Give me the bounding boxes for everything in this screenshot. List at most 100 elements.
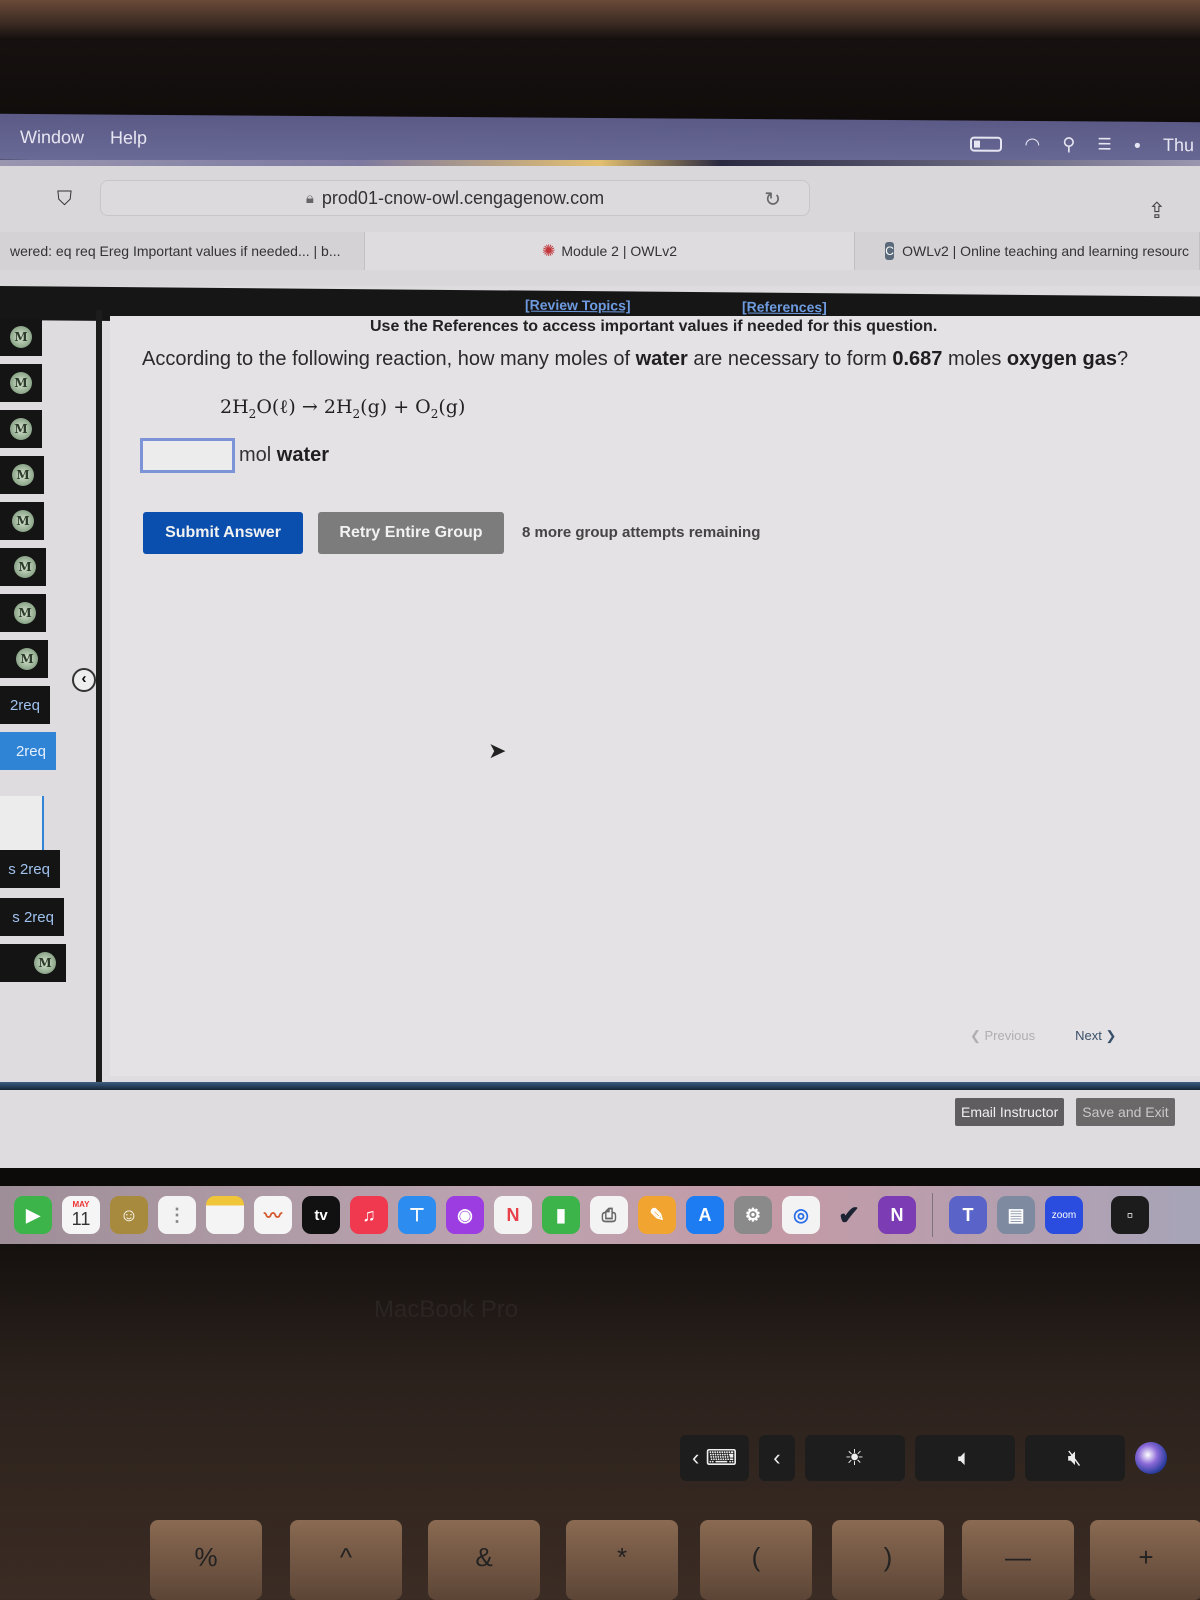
moles-answer-input[interactable] (140, 438, 235, 473)
address-bar[interactable]: 🔒︎ prod01-cnow-owl.cengagenow.com ↻ (100, 180, 810, 216)
share-icon[interactable]: ⇪ (1148, 198, 1166, 224)
save-and-exit-button[interactable]: Save and Exit (1076, 1098, 1175, 1126)
key-caret[interactable]: ^ (290, 1520, 402, 1600)
sidebar-item-6[interactable]: M (0, 548, 46, 586)
review-topics-link[interactable]: [Review Topics] (525, 297, 631, 314)
chrome-icon[interactable]: ◎ (782, 1196, 820, 1234)
sidebar-item-11[interactable]: s 2req (0, 850, 60, 888)
owl-page: [Review Topics] [References] M M M M M M… (0, 286, 1200, 1168)
downloads-stack-icon[interactable]: ▫ (1111, 1196, 1149, 1234)
key-percent[interactable]: % (150, 1520, 262, 1600)
sidebar-item-13[interactable]: M (0, 944, 66, 982)
system-settings-icon[interactable]: ⚙ (734, 1196, 772, 1234)
key-ampersand[interactable]: & (428, 1520, 540, 1600)
menu-window[interactable]: Window (20, 126, 84, 147)
references-link[interactable]: [References] (742, 298, 827, 315)
privacy-shield-icon[interactable]: ⛉ (57, 188, 72, 211)
app-store-icon[interactable]: A (686, 1196, 724, 1234)
battery-icon[interactable] (970, 136, 1003, 152)
laptop-bezel (0, 0, 1200, 40)
key-asterisk[interactable]: * (566, 1520, 678, 1600)
zoom-icon[interactable]: zoom (1045, 1196, 1083, 1234)
sidebar-divider (96, 310, 102, 1090)
chevron-left-icon[interactable]: ‹ (759, 1435, 795, 1481)
teams-icon[interactable]: T (949, 1196, 987, 1234)
question-navigation: ❮ Previous Next ❯ (970, 1028, 1116, 1044)
podcasts-icon[interactable]: ◉ (446, 1196, 484, 1234)
mastery-badge-icon: M (14, 556, 36, 578)
numbers-icon[interactable]: ▮ (542, 1196, 580, 1234)
previous-button[interactable]: ❮ Previous (970, 1028, 1035, 1044)
collapse-sidebar-button[interactable]: ‹ (72, 668, 96, 692)
retry-entire-group-button[interactable]: Retry Entire Group (318, 512, 504, 554)
volume-icon[interactable]: 🔈︎ (914, 1435, 1015, 1481)
onenote-icon[interactable]: N (878, 1196, 916, 1234)
next-button[interactable]: Next ❯ (1075, 1028, 1116, 1044)
printer-icon[interactable]: ⎙ (590, 1196, 628, 1234)
dock-separator (932, 1193, 933, 1237)
url-text: prod01-cnow-owl.cengagenow.com (321, 187, 605, 208)
lock-icon: 🔒︎ (305, 189, 314, 207)
music-icon[interactable]: ♫ (350, 1196, 388, 1234)
brightness-icon[interactable]: ☀ (804, 1435, 905, 1481)
sidebar-item-label: s 2req (8, 860, 50, 878)
mastery-badge-icon: M (10, 418, 32, 440)
question-sidebar: M M M M M M M M 2req 2req s 2req s 2req … (0, 318, 72, 1018)
sidebar-item-2[interactable]: M (0, 364, 42, 402)
sidebar-item-label: 2req (15, 742, 46, 760)
mastery-badge-icon: M (10, 326, 32, 348)
control-center-icon[interactable]: ☰ (1097, 134, 1111, 154)
facetime-icon[interactable]: ▶ (14, 1196, 52, 1234)
key-close-paren[interactable]: ) (832, 1520, 944, 1600)
keyboard: % ^ & * ( ) — + (0, 1506, 1200, 1600)
news-icon[interactable]: N (494, 1196, 532, 1234)
calendar-icon[interactable]: MAY 11 (62, 1196, 100, 1234)
spotlight-search-icon[interactable]: ⚲ (1062, 134, 1075, 155)
sidebar-item-10-selected[interactable]: 2req (0, 732, 56, 770)
footer-divider (0, 1082, 1200, 1090)
email-instructor-button[interactable]: Email Instructor (955, 1098, 1065, 1126)
notes-icon[interactable] (206, 1196, 244, 1234)
macbook-pro-label: MacBook Pro (374, 1296, 519, 1323)
sidebar-item-1[interactable]: M (0, 318, 42, 356)
keynote-icon[interactable]: ⊤ (398, 1196, 436, 1234)
sidebar-item-label: 2req (9, 696, 40, 714)
tab-bartleby[interactable]: wered: eq req Ereg Important values if n… (0, 232, 365, 270)
mastery-badge-icon: M (12, 464, 34, 486)
siri-icon[interactable]: ● (1134, 138, 1141, 152)
sidebar-item-4[interactable]: M (0, 456, 44, 494)
sidebar-item-label: s 2req (12, 908, 54, 926)
question-text: According to the following reaction, how… (142, 348, 1129, 370)
clock[interactable]: Thu (1163, 134, 1194, 155)
sidebar-item-12[interactable]: s 2req (0, 898, 64, 936)
key-underscore[interactable]: — (962, 1520, 1074, 1600)
mastery-badge-icon: M (10, 372, 32, 394)
menu-help[interactable]: Help (110, 127, 147, 148)
tab-owlv2[interactable]: C OWLv2 | Online teaching and learning r… (855, 232, 1200, 270)
wifi-icon[interactable]: ◠ (1024, 133, 1040, 154)
tab-label: Module 2 | OWLv2 (561, 243, 678, 259)
sidebar-item-9[interactable]: 2req (0, 686, 50, 724)
key-plus[interactable]: + (1090, 1520, 1200, 1600)
sidebar-item-5[interactable]: M (0, 502, 44, 540)
apple-tv-icon[interactable]: tv (302, 1196, 340, 1234)
siri-icon[interactable] (1134, 1442, 1167, 1474)
sidebar-item-3[interactable]: M (0, 410, 42, 448)
preview-icon[interactable]: ▤ (997, 1196, 1035, 1234)
reload-icon[interactable]: ↻ (764, 187, 781, 212)
contacts-icon[interactable]: ☺ (110, 1196, 148, 1234)
submit-answer-button[interactable]: Submit Answer (143, 512, 303, 554)
sidebar-item-7[interactable]: M (0, 594, 46, 632)
mouse-cursor-icon: ➤ (488, 738, 507, 763)
checkmark-app-icon[interactable]: ✔ (830, 1196, 868, 1234)
tab-module-2[interactable]: ✺ Module 2 | OWLv2 (365, 232, 855, 270)
reminders-icon[interactable]: ⋮ (158, 1196, 196, 1234)
keyboard-icon[interactable]: ‹ ⌨ (680, 1435, 750, 1481)
freeform-icon[interactable]: 〰 (254, 1196, 292, 1234)
instruction-text: Use the References to access important v… (370, 318, 938, 335)
pages-icon[interactable]: ✎ (638, 1196, 676, 1234)
key-open-paren[interactable]: ( (700, 1520, 812, 1600)
mastery-badge-icon: M (12, 510, 34, 532)
mute-icon[interactable]: 🔇︎ (1024, 1435, 1125, 1481)
sidebar-item-8[interactable]: M (0, 640, 48, 678)
